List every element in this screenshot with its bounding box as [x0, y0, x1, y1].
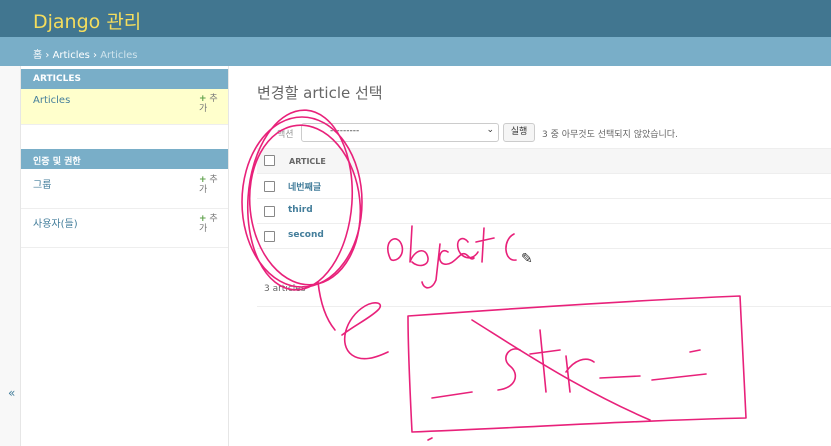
breadcrumb-home[interactable]: 홈: [33, 50, 42, 61]
action-select[interactable]: --------- ⌄: [301, 123, 499, 142]
selection-count: 3 중 아무것도 선택되지 않았습니다.: [542, 130, 678, 140]
select-all-checkbox[interactable]: [264, 155, 275, 166]
plus-icon: +: [199, 94, 207, 104]
add-users-link[interactable]: + 추가: [199, 214, 219, 234]
sidebar-toggle-strip[interactable]: «: [0, 66, 21, 446]
result-count: 3 articles: [264, 284, 306, 294]
row-checkbox[interactable]: [264, 206, 275, 217]
article-link[interactable]: second: [288, 230, 324, 240]
header-bar: Django 관리: [0, 0, 831, 37]
breadcrumb-separator: ›: [42, 50, 53, 61]
page-title: 변경할 article 선택: [257, 84, 383, 102]
collapse-sidebar-icon[interactable]: «: [8, 386, 15, 400]
column-header-article[interactable]: ARTICLE: [289, 157, 326, 166]
module-caption-label: 인증 및 권한: [33, 157, 81, 167]
plus-icon: +: [199, 214, 207, 224]
breadcrumb-separator: ›: [89, 50, 101, 61]
paginator: 3 articles: [257, 272, 831, 307]
sidebar-item-label[interactable]: 그룹: [33, 176, 51, 191]
sidebar-item-label[interactable]: 사용자(들): [33, 215, 78, 230]
sidebar-item-users: 사용자(들) + 추가: [21, 209, 228, 248]
run-action-button[interactable]: 실행: [503, 123, 535, 142]
add-groups-link[interactable]: + 추가: [199, 175, 219, 195]
action-select-value: ---------: [330, 126, 360, 136]
row-checkbox[interactable]: [264, 231, 275, 242]
table-row: second: [257, 223, 831, 249]
module-caption-label: ARTICLES: [33, 74, 81, 84]
row-checkbox[interactable]: [264, 181, 275, 192]
breadcrumb: 홈 › Articles › Articles: [0, 37, 831, 66]
plus-icon: +: [199, 175, 207, 185]
breadcrumb-app[interactable]: Articles: [53, 50, 90, 61]
site-title[interactable]: Django 관리: [33, 7, 141, 34]
module-caption-articles[interactable]: ARTICLES: [21, 69, 228, 89]
table-row: 네번째글: [257, 173, 831, 199]
table-row: third: [257, 198, 831, 224]
sidebar-item-label[interactable]: Articles: [33, 95, 70, 106]
actions-bar: 액션 --------- ⌄ 실행 3 중 아무것도 선택되지 않았습니다.: [257, 122, 831, 142]
add-articles-link[interactable]: + 추가: [199, 94, 219, 114]
article-link[interactable]: 네번째글: [288, 180, 321, 193]
breadcrumb-current: Articles: [100, 50, 138, 61]
nav-sidebar: ARTICLES Articles + 추가 인증 및 권한 그룹 + 추가 사…: [21, 66, 229, 446]
article-link[interactable]: third: [288, 205, 313, 215]
table-header: ARTICLE: [257, 148, 831, 174]
sidebar-item-groups: 그룹 + 추가: [21, 170, 228, 209]
pencil-cursor-icon: ✎: [521, 251, 533, 267]
module-caption-auth[interactable]: 인증 및 권한: [21, 149, 228, 169]
action-label: 액션: [277, 130, 294, 140]
sidebar-item-articles: Articles + 추가: [21, 89, 228, 125]
chevron-down-icon: ⌄: [486, 125, 494, 135]
